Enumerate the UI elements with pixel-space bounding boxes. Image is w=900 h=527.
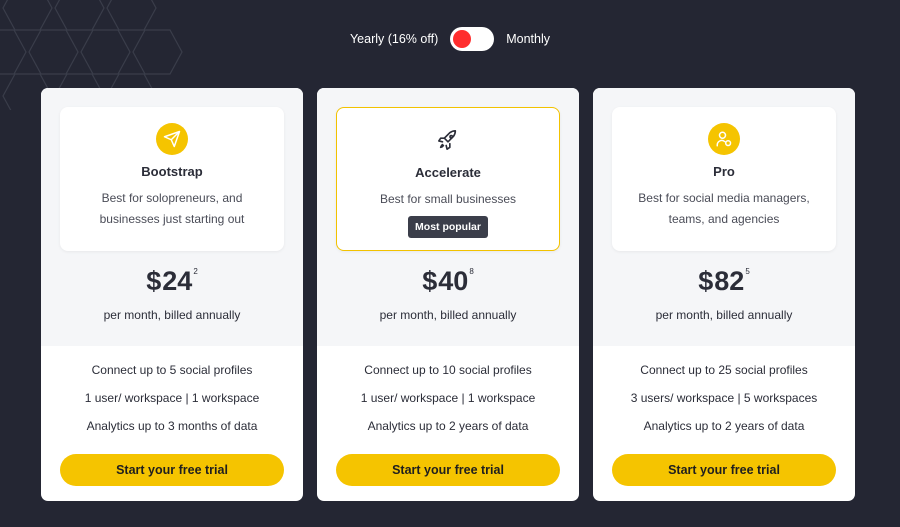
plan-name: Pro bbox=[713, 164, 735, 179]
billing-note: per month, billed annually bbox=[103, 308, 241, 322]
toggle-knob bbox=[453, 30, 472, 48]
feature-item: Connect up to 10 social profiles bbox=[364, 363, 532, 377]
price-amount: 40 bbox=[438, 266, 469, 296]
feature-item: Analytics up to 2 years of data bbox=[367, 419, 529, 433]
currency-symbol: $ bbox=[146, 266, 163, 296]
billing-note: per month, billed annually bbox=[379, 308, 517, 322]
yearly-label[interactable]: Yearly (16% off) bbox=[350, 32, 438, 46]
plan-info-box: Bootstrap Best for solopreneurs, and bus… bbox=[60, 107, 284, 251]
plan-card-pro: Pro Best for social media managers, team… bbox=[593, 88, 855, 501]
feature-list: Connect up to 5 social profiles 1 user/ … bbox=[41, 363, 303, 447]
currency-symbol: $ bbox=[422, 266, 439, 296]
plan-name: Accelerate bbox=[415, 165, 481, 180]
monthly-label[interactable]: Monthly bbox=[506, 32, 550, 46]
start-free-trial-button[interactable]: Start your free trial bbox=[60, 454, 284, 486]
feature-item: Analytics up to 2 years of data bbox=[643, 419, 805, 433]
plan-price: $825 bbox=[593, 266, 855, 297]
feature-item: 1 user/ workspace | 1 workspace bbox=[360, 391, 536, 405]
feature-item: 3 users/ workspace | 5 workspaces bbox=[630, 391, 818, 405]
plan-price: $408 bbox=[317, 266, 579, 297]
price-amount: 82 bbox=[714, 266, 745, 296]
users-icon bbox=[708, 123, 740, 155]
plan-card-bootstrap: Bootstrap Best for solopreneurs, and bus… bbox=[41, 88, 303, 501]
price-amount: 24 bbox=[162, 266, 193, 296]
most-popular-badge: Most popular bbox=[408, 216, 488, 238]
plan-price: $242 bbox=[41, 266, 303, 297]
plan-description: Best for solopreneurs, and businesses ju… bbox=[99, 191, 245, 226]
price-superscript: 5 bbox=[745, 267, 750, 276]
feature-list: Connect up to 10 social profiles 1 user/… bbox=[317, 363, 579, 447]
feature-item: Analytics up to 3 months of data bbox=[86, 419, 258, 433]
billing-note: per month, billed annually bbox=[655, 308, 793, 322]
billing-period-switch[interactable] bbox=[450, 27, 495, 51]
plan-info-box: Pro Best for social media managers, team… bbox=[612, 107, 836, 251]
paper-plane-icon bbox=[156, 123, 188, 155]
billing-toggle: Yearly (16% off) Monthly bbox=[0, 27, 900, 51]
rocket-icon bbox=[432, 124, 464, 156]
start-free-trial-button[interactable]: Start your free trial bbox=[336, 454, 560, 486]
feature-item: Connect up to 5 social profiles bbox=[91, 363, 253, 377]
start-free-trial-button[interactable]: Start your free trial bbox=[612, 454, 836, 486]
feature-item: 1 user/ workspace | 1 workspace bbox=[84, 391, 260, 405]
plan-info-box: Accelerate Best for small businesses Mos… bbox=[336, 107, 560, 251]
price-superscript: 2 bbox=[193, 267, 198, 276]
plan-description: Best for small businesses bbox=[379, 192, 517, 206]
feature-item: Connect up to 25 social profiles bbox=[640, 363, 808, 377]
currency-symbol: $ bbox=[698, 266, 715, 296]
feature-list: Connect up to 25 social profiles 3 users… bbox=[593, 363, 855, 447]
plan-description: Best for social media managers, teams, a… bbox=[638, 191, 810, 226]
price-superscript: 8 bbox=[469, 267, 474, 276]
plan-name: Bootstrap bbox=[141, 164, 203, 179]
plan-card-accelerate: Accelerate Best for small businesses Mos… bbox=[317, 88, 579, 501]
